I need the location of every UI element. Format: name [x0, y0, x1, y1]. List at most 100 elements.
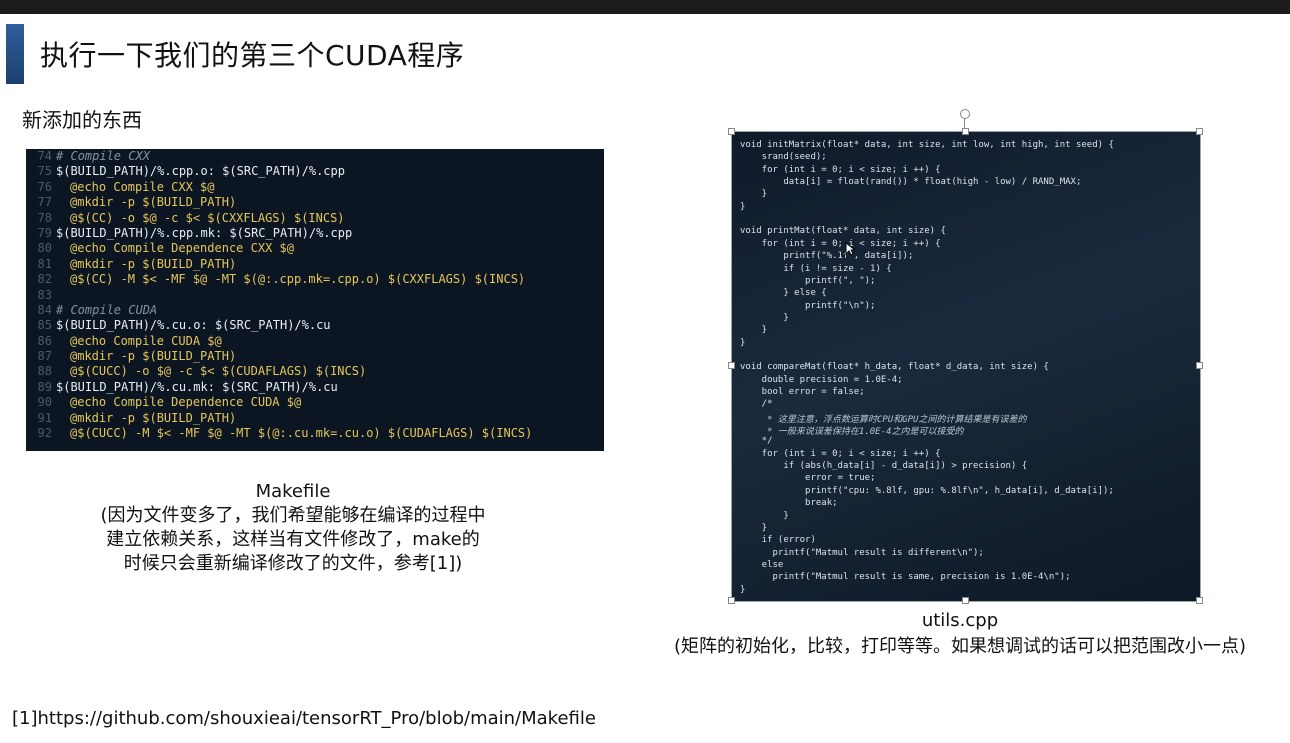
- utils-code-line: else: [740, 559, 784, 570]
- line-number: 74: [37, 149, 52, 163]
- utils-code-line: double precision = 1.0E-4;: [740, 374, 903, 385]
- code-text: $(BUILD_PATH)/%.cu.mk: $(SRC_PATH)/%.cu: [56, 379, 338, 394]
- utils-code-line: printf("%.1f", data[i]);: [740, 251, 914, 262]
- code-text: $(BUILD_PATH)/%.cpp.o: $(SRC_PATH)/%.cpp: [56, 164, 345, 179]
- resize-handle-bottom-right[interactable]: [1196, 597, 1203, 604]
- line-number: 89: [37, 379, 52, 394]
- code-text: @$(CUCC) -M $< -MF $@ -MT $(@:.cu.mk=.cu…: [70, 426, 533, 441]
- makefile-code-line: 82 @$(CC) -M $< -MF $@ -MT $(@:.cpp.mk=.c…: [26, 272, 604, 287]
- resize-handle-bottom[interactable]: [962, 597, 969, 604]
- makefile-code-line: 84 # Compile CUDA: [26, 303, 604, 318]
- code-text: @mkdir -p $(BUILD_PATH): [70, 195, 237, 210]
- resize-handle-left[interactable]: [728, 362, 735, 369]
- makefile-code-line: 89 $(BUILD_PATH)/%.cu.mk: $(SRC_PATH)/%.c…: [26, 380, 604, 395]
- line-number: 78: [37, 210, 52, 225]
- resize-handle-bottom-left[interactable]: [728, 597, 735, 604]
- utils-code-line: void compareMat(float* h_data, float* d_…: [740, 362, 1049, 373]
- makefile-code-line: 74 # Compile CXX: [26, 149, 604, 164]
- utils-code-image[interactable]: void initMatrix(float* data, int size, i…: [731, 131, 1201, 602]
- code-text: @$(CC) -o $@ -c $< $(CXXFLAGS) $(INCS): [70, 210, 345, 225]
- utils-code-line: }: [740, 189, 768, 200]
- utils-code-line: if (error): [740, 535, 816, 546]
- utils-code-line: }: [740, 312, 789, 323]
- code-text: @echo Compile CXX $@: [70, 179, 215, 194]
- utils-caption-body: (矩阵的初始化，比较，打印等等。如果想调试的话可以把范围改小一点): [673, 636, 1247, 657]
- makefile-caption-body: (因为文件变多了，我们希望能够在编译的过程中建立依赖关系，这样当有文件修改了，m…: [100, 505, 486, 574]
- utils-code-line: }: [740, 337, 746, 348]
- code-text: @mkdir -p $(BUILD_PATH): [70, 410, 237, 425]
- code-text: @mkdir -p $(BUILD_PATH): [70, 349, 237, 364]
- makefile-code-line: 92 @$(CUCC) -M $< -MF $@ -MT $(@:.cu.mk=.…: [26, 426, 604, 441]
- utils-code-line: }: [740, 522, 768, 533]
- makefile-code-line: 85 $(BUILD_PATH)/%.cu.o: $(SRC_PATH)/%.cu: [26, 318, 604, 333]
- makefile-code-line: 78 @$(CC) -o $@ -c $< $(CXXFLAGS) $(INCS): [26, 211, 604, 226]
- utils-code-line: for (int i = 0; i < size; i ++) {: [740, 238, 941, 249]
- utils-code-line: }: [740, 325, 768, 336]
- makefile-code-line: 83: [26, 288, 604, 303]
- code-text: @$(CC) -M $< -MF $@ -MT $(@:.cpp.mk=.cpp…: [70, 272, 526, 287]
- utils-caption: utils.cpp (矩阵的初始化，比较，打印等等。如果想调试的话可以把范围改小…: [660, 608, 1260, 660]
- resize-handle-top-left[interactable]: [728, 128, 735, 135]
- line-number: 91: [37, 410, 52, 425]
- code-text: $(BUILD_PATH)/%.cpp.mk: $(SRC_PATH)/%.cp…: [56, 225, 353, 240]
- line-number: 75: [37, 164, 52, 179]
- utils-code-line: * 一般来说误差保持在1.0E-4之内是可以接受的: [740, 427, 964, 438]
- utils-code-line: }: [740, 584, 746, 595]
- utils-code-line: printf("Matmul result is same, precision…: [740, 572, 1071, 583]
- slide-title: 执行一下我们的第三个CUDA程序: [40, 39, 465, 72]
- line-number: 79: [37, 225, 52, 240]
- utils-code-line: }: [740, 510, 789, 521]
- line-number: 86: [37, 333, 52, 348]
- code-text: # Compile CUDA: [56, 302, 158, 317]
- utils-code-line: printf("cpu: %.8lf, gpu: %.8lf\n", h_dat…: [740, 485, 1114, 496]
- utils-code-line: printf("\n");: [740, 300, 876, 311]
- footnote-link[interactable]: [1]https://github.com/shouxieai/tensorRT…: [12, 708, 596, 729]
- makefile-code-line: 86 @echo Compile CUDA $@: [26, 334, 604, 349]
- utils-code-line: bool error = false;: [740, 387, 865, 397]
- code-text: @mkdir -p $(BUILD_PATH): [70, 256, 237, 271]
- utils-code-line: for (int i = 0; i < size; i ++) {: [740, 164, 941, 175]
- utils-code-line: /*: [740, 399, 773, 410]
- makefile-code-line: 79 $(BUILD_PATH)/%.cpp.mk: $(SRC_PATH)/%.…: [26, 226, 604, 241]
- line-number: 81: [37, 256, 52, 271]
- makefile-code-line: 88 @$(CUCC) -o $@ -c $< $(CUDAFLAGS) $(IN…: [26, 364, 604, 379]
- utils-code-line: break;: [740, 498, 838, 509]
- code-text: @$(CUCC) -o $@ -c $< $(CUDAFLAGS) $(INCS…: [70, 364, 367, 379]
- line-number: 80: [37, 241, 52, 256]
- resize-handle-right[interactable]: [1196, 362, 1203, 369]
- makefile-code-line: 90 @echo Compile Dependence CUDA $@: [26, 395, 604, 410]
- resize-handle-top-right[interactable]: [1196, 128, 1203, 135]
- slide-subtitle: 新添加的东西: [22, 108, 142, 132]
- code-text: @echo Compile Dependence CXX $@: [70, 241, 294, 256]
- resize-handle-top[interactable]: [962, 128, 969, 135]
- mouse-cursor-icon: [845, 242, 857, 256]
- code-text: $(BUILD_PATH)/%.cu.o: $(SRC_PATH)/%.cu: [56, 318, 331, 333]
- utils-caption-title: utils.cpp: [921, 610, 999, 631]
- line-number: 92: [37, 426, 52, 441]
- code-text: @echo Compile Dependence CUDA $@: [70, 395, 302, 410]
- makefile-caption-title: Makefile: [255, 481, 331, 502]
- rotate-handle-icon[interactable]: [960, 109, 970, 119]
- line-number: 77: [37, 195, 52, 210]
- makefile-code-line: 80 @echo Compile Dependence CXX $@: [26, 241, 604, 256]
- line-number: 90: [37, 395, 52, 410]
- line-number: 85: [37, 318, 52, 333]
- line-number: 84: [37, 302, 52, 317]
- line-number: 76: [37, 179, 52, 194]
- utils-code-line: srand(seed);: [740, 152, 827, 163]
- makefile-code-line: 91 @mkdir -p $(BUILD_PATH): [26, 411, 604, 426]
- line-number: 82: [37, 272, 52, 287]
- utils-code-line: } else {: [740, 288, 827, 299]
- makefile-caption: Makefile (因为文件变多了，我们希望能够在编译的过程中建立依赖关系，这样…: [98, 480, 488, 576]
- utils-code-line: */: [740, 436, 773, 447]
- utils-code-line: data[i] = float(rand()) * float(high - l…: [740, 177, 1082, 188]
- utils-code-line: }: [740, 201, 746, 212]
- makefile-code-line: 77 @mkdir -p $(BUILD_PATH): [26, 195, 604, 210]
- utils-code-line: for (int i = 0; i < size; i ++) {: [740, 448, 941, 459]
- line-number: 87: [37, 349, 52, 364]
- title-accent-bar: [6, 24, 24, 84]
- code-text: # Compile CXX: [56, 149, 150, 163]
- line-number: 88: [37, 364, 52, 379]
- utils-code-line: void printMat(float* data, int size) {: [740, 226, 946, 237]
- utils-code-line: printf(", ");: [740, 275, 876, 286]
